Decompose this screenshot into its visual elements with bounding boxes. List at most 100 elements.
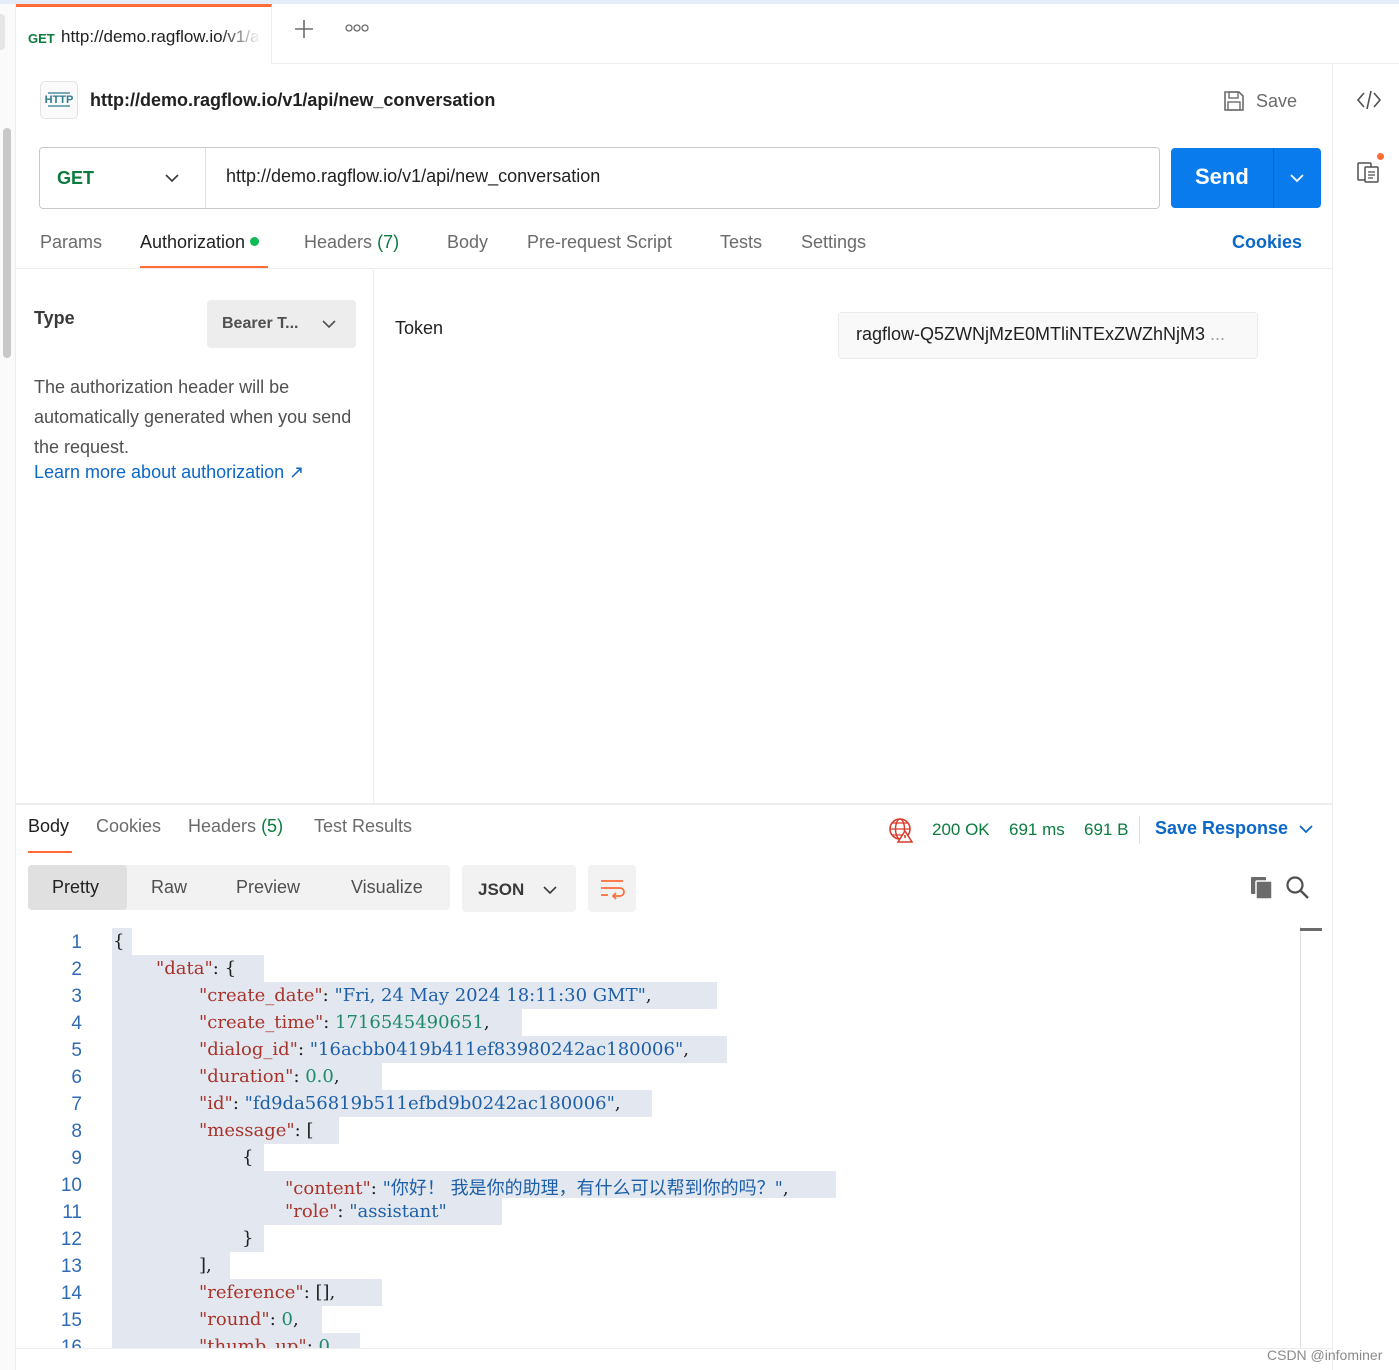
json-key: "round" [199, 1309, 270, 1330]
sidebar-scrollbar[interactable] [3, 128, 11, 358]
tab-headers[interactable]: Headers (7) [304, 232, 399, 253]
url-input[interactable] [226, 166, 1126, 187]
response-size[interactable]: 691 B [1084, 820, 1128, 840]
method-select[interactable]: GET [40, 148, 206, 208]
json-key: "create_time" [199, 1012, 324, 1033]
save-response-label: Save Response [1155, 818, 1289, 838]
line-number: 6 [71, 1067, 82, 1088]
send-label: Send [1195, 164, 1249, 189]
sidebar-collapsed-handle[interactable] [0, 14, 5, 50]
json-key: "duration" [199, 1066, 294, 1087]
response-tab-headers[interactable]: Headers (5) [188, 816, 283, 837]
right-sidebar [1332, 64, 1399, 1370]
chevron-down-icon [322, 320, 336, 329]
method-label: GET [57, 168, 95, 188]
code-snippet-button[interactable] [1356, 88, 1382, 117]
json-value: "assistant" [349, 1201, 447, 1222]
view-mode-toggle: Pretty Raw Preview Visualize [28, 865, 450, 910]
response-tab-test-results[interactable]: Test Results [314, 816, 412, 837]
response-time[interactable]: 691 ms [1009, 820, 1065, 840]
save-button[interactable]: Save [1222, 86, 1297, 116]
documentation-button[interactable] [1356, 158, 1382, 189]
code-line: 7 "id": "fd9da56819b511efbd9b0242ac18000… [16, 1090, 1300, 1117]
json-key: "message" [199, 1120, 295, 1141]
auth-type-select[interactable]: Bearer T... [207, 300, 356, 348]
response-tab-body[interactable]: Body [28, 816, 69, 837]
json-key: "dialog_id" [199, 1039, 298, 1060]
send-divider [1273, 148, 1274, 208]
response-headers-count: (5) [261, 816, 284, 836]
token-input[interactable]: ragflow-Q5ZWNjMzE0MTliNTExZWZhNjM3 ... [838, 312, 1258, 359]
tab-params[interactable]: Params [40, 232, 102, 253]
bottom-border [16, 1348, 1332, 1349]
line-number: 13 [60, 1256, 82, 1277]
more-tabs-button[interactable] [345, 20, 369, 36]
token-value: ragflow-Q5ZWNjMzE0MTliNTExZWZhNjM3 ... [856, 324, 1225, 345]
url-bar: GET [39, 147, 1160, 209]
tab-authorization[interactable]: Authorization [140, 232, 260, 253]
send-button[interactable]: Send [1171, 148, 1321, 208]
code-line: 11 "role": "assistant" [16, 1198, 1300, 1225]
code-line: 1 { [16, 928, 1300, 955]
chevron-down-icon[interactable] [1289, 170, 1305, 186]
save-response-button[interactable]: Save Response [1155, 818, 1314, 839]
tab-settings[interactable]: Settings [801, 232, 866, 253]
line-number: 7 [71, 1094, 82, 1115]
network-globe-icon[interactable] [888, 817, 914, 843]
code-line: 3 "create_date": "Fri, 24 May 2024 18:11… [16, 982, 1300, 1009]
json-key: "id" [199, 1093, 233, 1114]
code-icon [1356, 90, 1382, 110]
json-value: 1716545490651 [335, 1012, 484, 1033]
request-title[interactable]: http://demo.ragflow.io/v1/api/new_conver… [90, 90, 495, 111]
view-raw-button[interactable]: Raw [151, 877, 187, 898]
view-visualize-button[interactable]: Visualize [351, 877, 423, 898]
new-tab-button[interactable] [290, 18, 318, 46]
format-select[interactable]: JSON [462, 865, 576, 912]
view-pretty-button[interactable]: Pretty [52, 877, 99, 898]
document-icon [1357, 162, 1379, 183]
view-preview-button[interactable]: Preview [236, 877, 300, 898]
svg-text:HTTP: HTTP [45, 94, 74, 106]
http-icon: HTTP [40, 81, 78, 119]
response-body-code[interactable]: 1 { 2 "data": { 3 "create_date": "Fri, 2… [16, 926, 1300, 1348]
code-scrollbar-track[interactable] [1300, 926, 1301, 1348]
line-number: 5 [71, 1040, 82, 1061]
tab-authorization-label: Authorization [140, 232, 246, 252]
wrap-lines-button[interactable] [588, 865, 636, 912]
code-scrollbar-thumb[interactable] [1300, 928, 1322, 931]
code-line: 14 "reference": [], [16, 1279, 1300, 1306]
request-tab-title: http://demo.ragflow.io/v1/api/new_conver… [61, 27, 261, 46]
token-ellipsis: ... [1210, 324, 1226, 344]
response-tab-cookies[interactable]: Cookies [96, 816, 161, 837]
headers-count: (7) [377, 232, 400, 252]
request-tab[interactable]: GET http://demo.ragflow.io/v1/api/new_co… [16, 4, 272, 64]
learn-more-link[interactable]: Learn more about authorization ↗ [34, 462, 304, 483]
response-divider[interactable] [16, 803, 1332, 805]
line-number: 8 [71, 1121, 82, 1142]
tab-pre-request-script[interactable]: Pre-request Script [527, 232, 672, 253]
request-tabs: Params Authorization Headers (7) Body Pr… [16, 222, 1332, 269]
code-line: 15 "round": 0, [16, 1306, 1300, 1333]
response-status[interactable]: 200 OK [932, 820, 990, 840]
line-number: 10 [60, 1175, 82, 1196]
json-value: "16acbb0419b411ef83980242ac180006" [309, 1039, 684, 1060]
line-number: 14 [60, 1283, 82, 1304]
copy-icon[interactable] [1249, 875, 1275, 901]
cookies-link[interactable]: Cookies [1232, 232, 1302, 253]
code-line: 5 "dialog_id": "16acbb0419b411ef83980242… [16, 1036, 1300, 1063]
line-number: 12 [60, 1229, 82, 1250]
tab-body[interactable]: Body [447, 232, 488, 253]
tab-tests[interactable]: Tests [720, 232, 762, 253]
search-icon[interactable] [1285, 875, 1311, 901]
token-text: ragflow-Q5ZWNjMzE0MTliNTExZWZhNjM3 [856, 324, 1206, 344]
json-value: 0.0 [305, 1066, 334, 1087]
auth-type-panel: Type Bearer T... The authorization heade… [16, 270, 374, 804]
notification-dot [1375, 151, 1386, 162]
json-value: "Fri, 24 May 2024 18:11:30 GMT" [334, 985, 646, 1006]
code-line: 16 "thumb_up": 0 [16, 1333, 1300, 1348]
json-value: 0 [281, 1309, 293, 1330]
code-line: 2 "data": { [16, 955, 1300, 982]
line-number: 2 [71, 959, 82, 980]
code-line: 9 { [16, 1144, 1300, 1171]
line-number: 15 [60, 1310, 82, 1331]
